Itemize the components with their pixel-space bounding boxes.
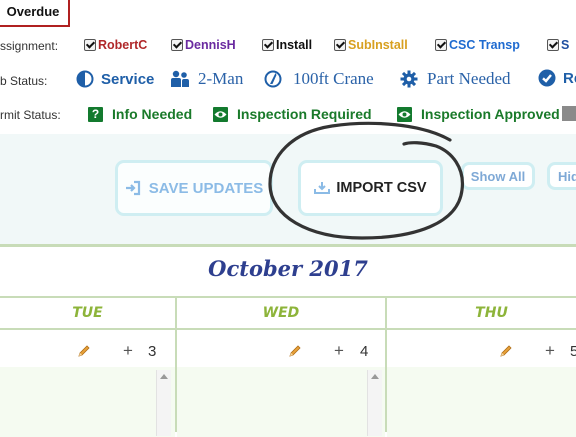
save-updates-label: SAVE UPDATES [148, 179, 264, 197]
show-all-label: Show All [470, 168, 526, 184]
assignment-label: RobertC [98, 38, 148, 52]
assignment-label: CSC Transp [449, 38, 520, 52]
permit-status-overflow-icon [562, 106, 576, 121]
job-status-2-man[interactable]: 2-Man [170, 69, 243, 89]
pencil-icon[interactable] [499, 344, 513, 358]
permit-status-info-needed[interactable]: ? Info Needed [88, 106, 192, 122]
question-icon: ? [88, 106, 103, 122]
assignment-filter-label: ssignment: [0, 39, 59, 53]
add-event-icon[interactable]: + [545, 341, 555, 361]
assignment-checkbox-subinstall[interactable]: SubInstall [334, 38, 408, 52]
scroll-up-icon[interactable] [371, 374, 379, 379]
pencil-icon[interactable] [288, 344, 302, 358]
hand-drawn-circle-annotation [268, 121, 464, 240]
month-title: October 2017 [208, 256, 368, 281]
day-cell-body[interactable] [0, 367, 175, 437]
assignment-checkbox-s[interactable]: S [547, 38, 569, 52]
scroll-up-icon[interactable] [160, 374, 168, 379]
assignment-checkbox-install[interactable]: Install [262, 38, 312, 52]
gear-icon [400, 70, 418, 88]
day-number: 5 [570, 343, 576, 360]
day-header-row: TUE WED THU [0, 296, 576, 330]
permit-status-label: Info Needed [112, 106, 193, 122]
checkbox-checked[interactable] [171, 39, 183, 51]
day-cell-body[interactable] [387, 367, 576, 437]
half-circle-icon [76, 70, 94, 88]
day-cell-scrollbar[interactable] [367, 370, 382, 436]
day-header-wed: WED [262, 305, 300, 321]
show-all-button[interactable]: Show All [461, 162, 535, 190]
checkbox-checked[interactable] [84, 39, 96, 51]
add-event-icon[interactable]: + [123, 341, 133, 361]
job-status-100ft-crane[interactable]: 100ft Crane [264, 69, 374, 89]
tab-overdue-label: Overdue [6, 4, 60, 19]
checkbox-checked[interactable] [334, 39, 346, 51]
hide-button[interactable]: Hid [547, 162, 576, 190]
job-status-re[interactable]: Re [538, 69, 576, 87]
day-cell-body[interactable] [177, 367, 385, 437]
assignment-checkbox-robertc[interactable]: RobertC [84, 38, 147, 52]
job-status-label: Part Needed [427, 69, 511, 88]
assignment-checkbox-csc-transp[interactable]: CSC Transp [435, 38, 520, 52]
assignment-label: S [561, 38, 570, 52]
day-cell-scrollbar[interactable] [156, 370, 171, 436]
hide-label: Hid [558, 168, 576, 184]
assignment-checkbox-dennish[interactable]: DennisH [171, 38, 236, 52]
two-people-icon [170, 70, 190, 88]
job-status-filter-label: b Status: [0, 74, 48, 88]
job-status-service[interactable]: Service [76, 70, 154, 88]
save-updates-button[interactable]: SAVE UPDATES [115, 160, 273, 216]
day-header-tue: TUE [72, 305, 103, 321]
job-status-label: Service [101, 70, 155, 88]
crane-icon [264, 70, 282, 88]
day-cell-header [177, 333, 385, 367]
checkbox-checked[interactable] [262, 39, 274, 51]
day-number: 3 [148, 343, 157, 360]
tab-overdue[interactable]: Overdue [0, 0, 70, 27]
assignment-label: DennisH [185, 38, 236, 52]
check-circle-icon [538, 69, 556, 87]
assignment-label: Install [276, 38, 313, 52]
checkbox-checked[interactable] [435, 39, 447, 51]
permit-status-filter-label: rmit Status: [0, 108, 61, 122]
assignment-label: SubInstall [348, 38, 408, 52]
add-event-icon[interactable]: + [334, 341, 344, 361]
job-status-label: Re [563, 69, 576, 87]
day-header-thu: THU [475, 305, 508, 321]
job-status-part-needed[interactable]: Part Needed [400, 69, 511, 89]
job-status-label: 100ft Crane [293, 69, 374, 88]
checkbox-checked[interactable] [547, 39, 559, 51]
pencil-icon[interactable] [77, 344, 91, 358]
day-number: 4 [360, 343, 369, 360]
sign-in-icon [125, 180, 141, 196]
job-status-label: 2-Man [198, 69, 244, 88]
eye-icon [213, 106, 228, 122]
